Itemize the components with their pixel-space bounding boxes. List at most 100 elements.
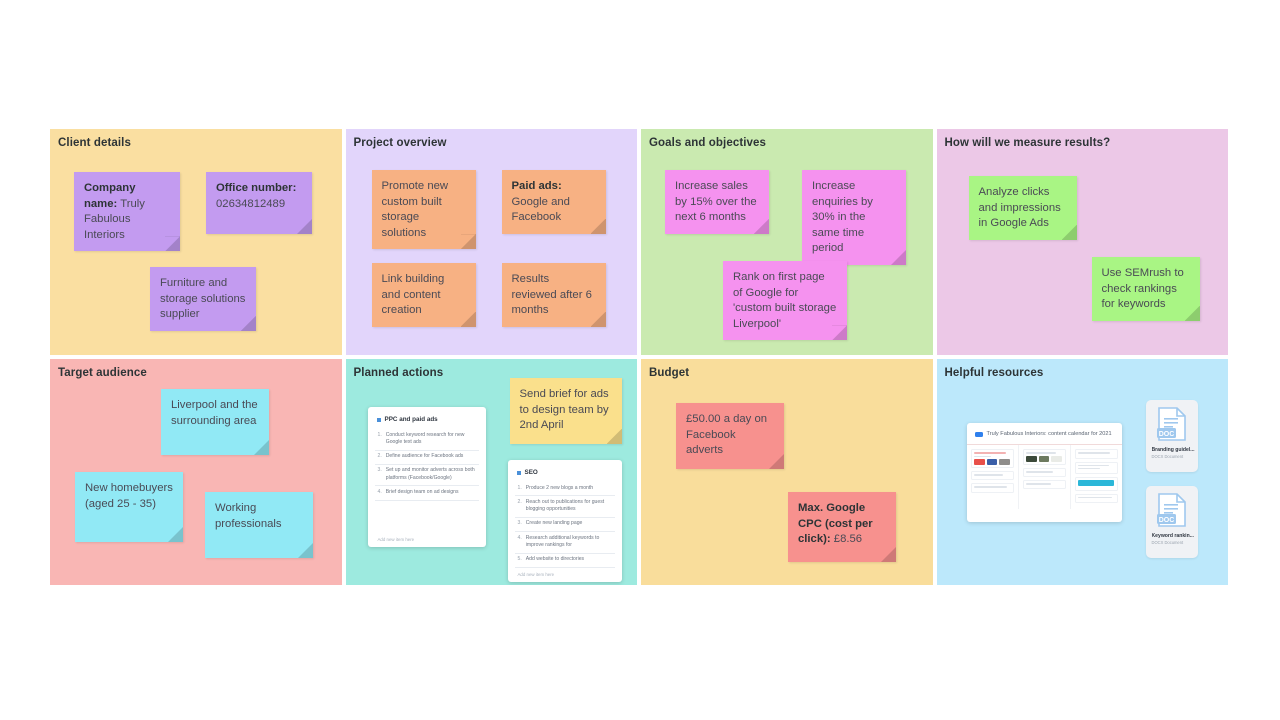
doc-icon-wrap: DOC xyxy=(1146,486,1198,533)
sticky-note-max-google-cpc[interactable]: Max. Google CPC (cost per click): £8.56 xyxy=(788,492,896,562)
item-number: 3. xyxy=(377,467,382,474)
panel-title: Client details xyxy=(58,137,131,149)
whiteboard-canvas: Client details Company name: Truly Fabul… xyxy=(50,129,1228,588)
add-item-placeholder[interactable]: Add new item here xyxy=(518,572,555,577)
checklist-item[interactable]: 4. Research additional keywords to impro… xyxy=(514,532,615,554)
note-text: Furniture and storage solutions supplier xyxy=(160,277,246,321)
sticky-note-increase-enquiries[interactable]: Increase enquiries by 30% in the same ti… xyxy=(802,170,906,265)
checklist-header: SEO xyxy=(516,469,615,476)
calendar-cell xyxy=(1022,449,1066,465)
item-text: Add website to directories xyxy=(525,556,585,563)
note-fold-corner xyxy=(297,219,312,234)
item-number: 3. xyxy=(517,520,522,527)
document-kind: DOCX Document xyxy=(1151,454,1184,459)
sticky-note-analyze-clicks[interactable]: Analyze clicks and impressions in Google… xyxy=(968,176,1077,240)
panel-helpful-resources: Helpful resources Truly Fabulous Interio… xyxy=(936,359,1228,585)
document-tile-branding-guidelines[interactable]: DOC Branding guidel... DOCX Document xyxy=(1145,400,1198,472)
calendar-columns xyxy=(967,445,1122,510)
calendar-title: Truly Fabulous Interiors: content calend… xyxy=(986,431,1112,437)
note-text: Increase sales by 15% over the next 6 mo… xyxy=(675,180,757,224)
item-text: Produce 2 new blogs a month xyxy=(525,484,594,491)
sticky-note-send-brief[interactable]: Send brief for ads to design team by 2nd… xyxy=(509,378,622,444)
sticky-note-promote-storage[interactable]: Promote new custom built storage solutio… xyxy=(371,170,476,250)
sticky-note-results-reviewed[interactable]: Results reviewed after 6 months xyxy=(501,263,606,327)
note-fold-corner xyxy=(754,218,769,234)
item-number: 1. xyxy=(517,484,522,491)
sticky-note-use-semrush[interactable]: Use SEMrush to check rankings for keywor… xyxy=(1091,257,1200,321)
panel-goals-and-objectives: Goals and objectives Increase sales by 1… xyxy=(641,129,933,355)
note-text: Rank on first page of Google for 'custom… xyxy=(733,271,837,330)
sticky-note-facebook-budget[interactable]: £50.00 a day on Facebook adverts xyxy=(676,403,784,469)
note-text: Analyze clicks and impressions in Google… xyxy=(978,186,1061,230)
note-text: £8.56 xyxy=(833,533,863,546)
calendar-cell xyxy=(970,449,1014,469)
note-fold-corner xyxy=(832,325,847,341)
sticky-note-office-number[interactable]: Office number: 02634812489 xyxy=(206,172,312,234)
item-text: Set up and monitor adverts across both p… xyxy=(385,467,475,481)
document-tile-keyword-rankings[interactable]: DOC Keyword rankin... DOCX Document xyxy=(1145,486,1198,558)
sticky-note-working-professionals[interactable]: Working professionals xyxy=(205,492,313,558)
sticky-note-liverpool-area[interactable]: Liverpool and the surrounding area xyxy=(161,389,269,455)
calendar-cell xyxy=(1074,449,1118,459)
add-item-placeholder[interactable]: Add new item here xyxy=(378,537,415,542)
note-fold-corner xyxy=(891,249,906,265)
checklist-item[interactable]: 3. Create new landing page xyxy=(514,518,615,532)
note-text: Use SEMrush to check rankings for keywor… xyxy=(1101,267,1184,311)
calendar-column xyxy=(1071,445,1122,509)
doc-file-icon: DOC xyxy=(1156,406,1186,441)
item-number: 1. xyxy=(377,431,382,438)
panel-title: Helpful resources xyxy=(944,367,1044,379)
item-text: Conduct keyword research for new Google … xyxy=(385,431,465,445)
checklist-header: PPC and paid ads xyxy=(376,416,479,423)
checklist-title: PPC and paid ads xyxy=(384,416,438,423)
note-fold-corner xyxy=(168,527,183,542)
doc-icon-wrap: DOC xyxy=(1146,400,1198,447)
checklist-item[interactable]: 2. Reach out to publications for guest b… xyxy=(514,496,615,518)
sticky-note-paid-ads[interactable]: Paid ads: Google and Facebook xyxy=(501,170,606,234)
item-number: 5. xyxy=(517,556,522,563)
checklist-item[interactable]: 3. Set up and monitor adverts across bot… xyxy=(374,465,479,487)
checklist-card-seo[interactable]: SEO 1. Produce 2 new blogs a month 2. Re… xyxy=(507,460,622,582)
note-text: Google and Facebook xyxy=(511,195,570,224)
note-text: £50.00 a day on Facebook adverts xyxy=(686,413,768,457)
panel-client-details: Client details Company name: Truly Fabul… xyxy=(50,129,342,355)
note-fold-corner xyxy=(769,454,784,469)
item-text: Research additional keywords to improve … xyxy=(525,534,600,548)
sticky-note-rank-first-page[interactable]: Rank on first page of Google for 'custom… xyxy=(723,261,847,341)
note-text: Increase enquiries by 30% in the same ti… xyxy=(812,180,873,255)
checklist-item[interactable]: 4. Brief design team on ad designs xyxy=(374,486,479,501)
note-bold-text: Office number: xyxy=(216,182,297,194)
item-number: 2. xyxy=(377,453,382,460)
checklist-item[interactable]: 2. Define audience for Facebook ads xyxy=(374,451,479,465)
item-text: Brief design team on ad designs xyxy=(385,488,459,495)
content-calendar-thumbnail[interactable]: Truly Fabulous Interiors: content calend… xyxy=(966,423,1122,522)
checklist-title: SEO xyxy=(524,469,538,476)
checklist-item[interactable]: 5. Add website to directories xyxy=(514,554,615,568)
sticky-note-new-homebuyers[interactable]: New homebuyers (aged 25 - 35) xyxy=(75,472,183,542)
note-fold-corner xyxy=(1061,225,1077,240)
note-text: Liverpool and the surrounding area xyxy=(171,399,258,427)
panel-title: Planned actions xyxy=(353,367,444,379)
panel-title: Goals and objectives xyxy=(649,137,767,149)
item-text: Reach out to publications for guest blog… xyxy=(525,498,605,513)
document-kind: DOCX Document xyxy=(1151,540,1184,545)
document-name: Keyword rankin... xyxy=(1151,533,1194,539)
note-fold-corner xyxy=(254,440,269,455)
panel-how-will-we-measure-results: How will we measure results? Analyze cli… xyxy=(936,129,1228,355)
sticky-note-company-name[interactable]: Company name: Truly Fabulous Interiors xyxy=(74,172,180,252)
svg-text:DOC: DOC xyxy=(1158,516,1174,523)
panel-title: Target audience xyxy=(58,367,147,379)
checklist-card-ppc-and-paid-ads[interactable]: PPC and paid ads 1. Conduct keyword rese… xyxy=(367,407,486,547)
note-fold-corner xyxy=(590,218,606,234)
item-text: Define audience for Facebook ads xyxy=(385,453,464,460)
checklist-item[interactable]: 1. Conduct keyword research for new Goog… xyxy=(374,429,479,451)
sticky-note-supplier[interactable]: Furniture and storage solutions supplier xyxy=(150,267,256,331)
sticky-note-increase-sales[interactable]: Increase sales by 15% over the next 6 mo… xyxy=(665,170,769,234)
checklist-item[interactable]: 1. Produce 2 new blogs a month xyxy=(514,482,615,497)
sticky-note-link-building[interactable]: Link building and content creation xyxy=(371,263,476,327)
calendar-cell xyxy=(1074,476,1118,491)
calendar-cell xyxy=(1022,480,1066,490)
calendar-cell xyxy=(1074,461,1118,474)
note-fold-corner xyxy=(460,311,476,327)
note-fold-corner xyxy=(298,543,313,558)
